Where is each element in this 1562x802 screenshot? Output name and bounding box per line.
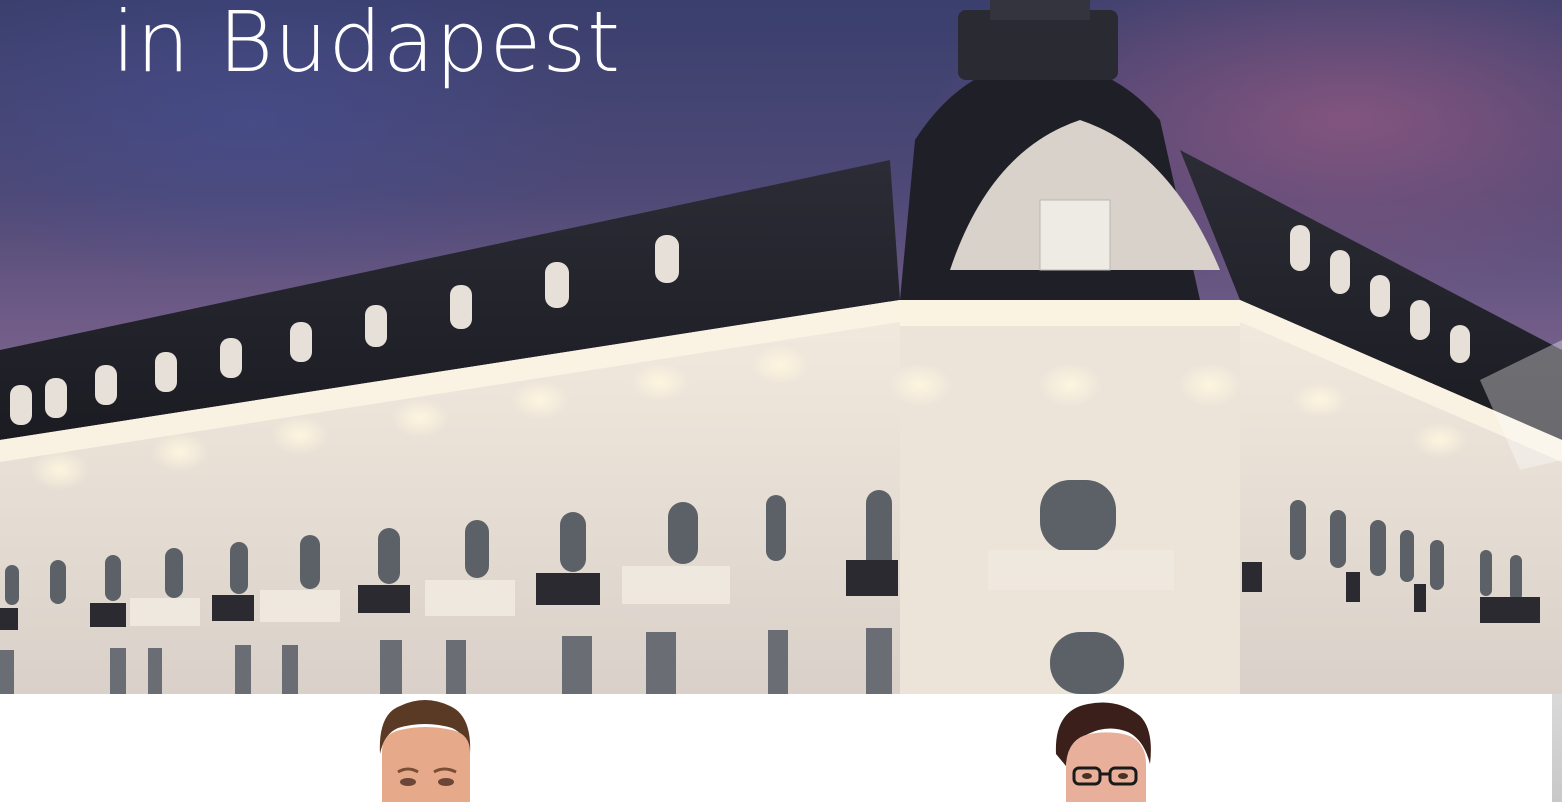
team-section [0, 694, 1552, 802]
hotel-building-image [0, 0, 1562, 694]
man-portrait-icon [379, 700, 471, 802]
person-portrait-1 [370, 694, 480, 802]
person-portrait-2 [1048, 694, 1158, 802]
hero-title: in Budapest [112, 0, 622, 91]
woman-with-glasses-portrait-icon [1055, 702, 1151, 802]
hero-banner: in Budapest [0, 0, 1562, 694]
scrollbar[interactable] [1552, 694, 1562, 802]
